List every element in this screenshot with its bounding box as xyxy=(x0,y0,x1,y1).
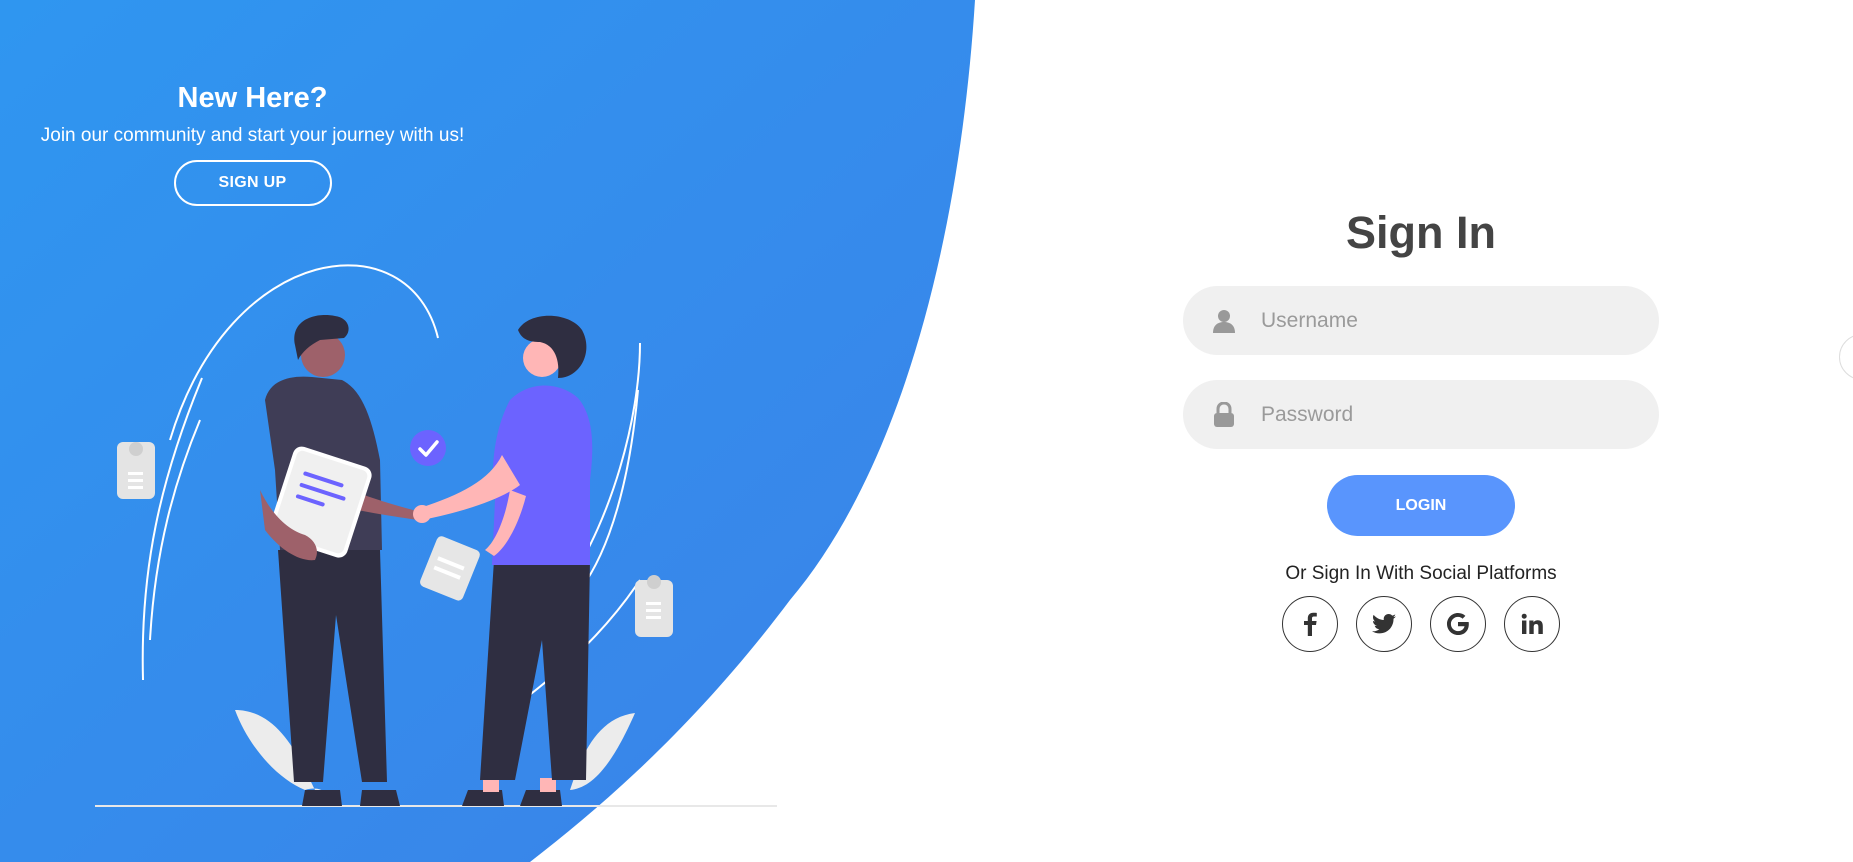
username-field xyxy=(1183,286,1659,355)
facebook-button[interactable] xyxy=(1282,596,1338,652)
left-panel: New Here? Join our community and start y… xyxy=(0,70,505,206)
facebook-icon xyxy=(1304,612,1317,636)
twitter-icon xyxy=(1372,614,1396,634)
google-button[interactable] xyxy=(1430,596,1486,652)
twitter-button[interactable] xyxy=(1356,596,1412,652)
linkedin-button[interactable] xyxy=(1504,596,1560,652)
social-platforms-text: Or Sign In With Social Platforms xyxy=(1285,563,1557,584)
user-icon xyxy=(1209,306,1239,336)
new-here-title: New Here? xyxy=(177,82,328,114)
sign-up-button[interactable]: SIGN UP xyxy=(173,160,332,206)
join-subtitle: Join our community and start your journe… xyxy=(40,125,465,146)
login-page: New Here? Join our community and start y… xyxy=(0,0,1853,862)
username-input[interactable] xyxy=(1259,299,1623,342)
login-button[interactable]: LOGIN xyxy=(1327,475,1515,536)
linkedin-icon xyxy=(1521,613,1543,634)
sign-in-form: Sign In LOGIN Or Sign In With Social Pla… xyxy=(1183,200,1659,652)
google-icon xyxy=(1447,613,1469,635)
handshake-illustration xyxy=(95,264,777,807)
sign-in-title: Sign In xyxy=(1346,207,1496,258)
password-input[interactable] xyxy=(1259,393,1623,436)
password-field xyxy=(1183,380,1659,449)
social-buttons xyxy=(1183,596,1659,652)
lock-icon xyxy=(1209,400,1239,430)
